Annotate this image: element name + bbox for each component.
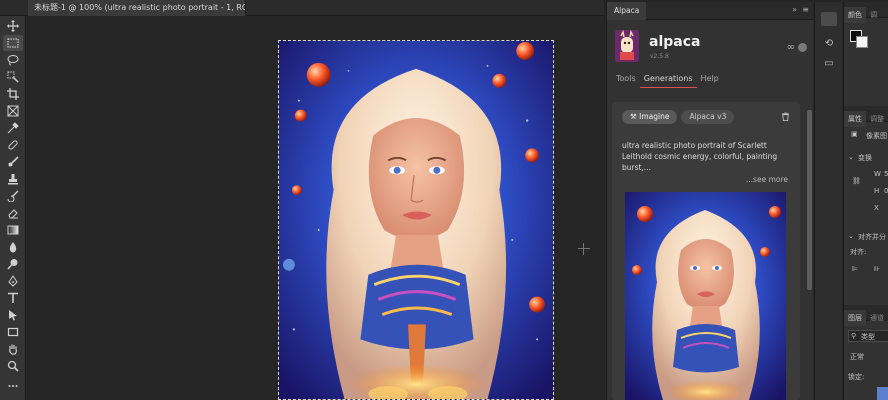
thumbnail-artwork [625,192,786,400]
eraser-tool-icon[interactable] [3,205,23,221]
lock-label: 锁定: [848,373,865,381]
blur-tool-icon[interactable] [3,239,23,255]
layer-thumbnail[interactable] [877,387,888,400]
double-chevron-right-icon[interactable]: » [792,5,797,14]
model-chip[interactable]: Alpaca v3 [681,110,735,124]
alpaca-plugin-panel: Alpaca » ≡ alpaca v2.5.8 ∞ Tools Generat… [606,2,813,400]
chevron-down-icon[interactable]: ⌄ [848,153,854,161]
hamburger-menu-icon[interactable]: ≡ [802,5,809,14]
imagine-chip[interactable]: ⚒ Imagine [622,110,678,124]
width-label: W [874,170,881,178]
layers-panel-tabs: 图层 通道 [844,305,888,326]
align-center-icon[interactable]: ⊪ [874,265,880,273]
align-to-label: 对齐: [850,248,867,256]
align-left-icon[interactable]: ⊫ [852,265,858,273]
history-panel-icon[interactable]: ⟲ [821,38,837,52]
tab-tools[interactable]: Tools [612,72,640,88]
dodge-tool-icon[interactable] [3,256,23,272]
chevron-down-icon[interactable]: ⌄ [848,232,854,240]
transform-section-label[interactable]: 变换 [858,153,872,163]
alpaca-panel-tab-row: Alpaca » ≡ [607,2,813,20]
width-value[interactable]: 5 [884,170,888,178]
properties-panel-tabs: 属性 调整 [844,106,888,127]
panel-icon-column: ⟲ ▭ [814,2,842,400]
alpaca-app-name: alpaca [649,34,701,50]
move-tool-icon[interactable] [3,18,23,34]
height-value[interactable]: 0 [884,187,888,195]
tab-generations[interactable]: Generations [639,72,697,88]
alpaca-header: alpaca v2.5.8 ∞ [607,20,813,72]
x-label: X [874,204,879,212]
comments-panel-icon[interactable]: ▭ [821,58,837,72]
link-dimensions-icon[interactable]: ⛓ [852,177,861,185]
alpaca-logo-icon [615,30,639,62]
crosshair-cursor-icon [578,243,590,255]
generation-card: ⚒ Imagine Alpaca v3 ultra realistic phot… [612,102,800,400]
blend-mode-select[interactable]: 正常 [850,352,864,362]
lasso-tool-icon[interactable] [3,52,23,68]
alpaca-nav-tabs: Tools Generations Help [607,72,813,90]
tab-properties[interactable]: 属性 [844,111,866,127]
status-dot-icon [798,43,807,52]
document-canvas-image[interactable] [278,40,554,400]
background-color-swatch[interactable] [856,36,868,48]
see-more-link[interactable]: ...see more [746,175,788,184]
clone-stamp-tool-icon[interactable] [3,171,23,187]
tab-color[interactable]: 颜色 [844,7,866,23]
color-panel-tabs: 颜色调 [844,2,888,23]
tab-layers[interactable]: 图层 [844,310,866,326]
tools-panel [0,16,26,400]
right-dock-panels: 颜色调 属性调整 ▣ 像素图 ⌄ 变换 ⛓ W 5 H 0 X ⌄ 对齐并分 对… [843,2,888,400]
search-icon: ⚲ [851,332,857,340]
document-tab[interactable]: 未标题-1 @ 100% (ultra realistic photo port… [28,0,246,16]
hand-tool-icon[interactable] [3,341,23,357]
generation-prompt: ultra realistic photo portrait of Scarle… [622,141,778,172]
pixel-layer-label: 像素图 [866,132,887,140]
scrollbar-thumb[interactable] [807,110,812,290]
alpaca-scrollbar[interactable] [805,102,813,292]
crop-tool-icon[interactable] [3,86,23,102]
tab-help[interactable]: Help [697,72,723,88]
tab-swatches[interactable]: 调 [866,7,881,23]
eyedropper-tool-icon[interactable] [3,120,23,136]
path-selection-tool-icon[interactable] [3,307,23,323]
generation-thumbnail[interactable] [625,192,786,400]
document-tab-title: 未标题-1 @ 100% (ultra realistic photo port… [34,3,245,12]
gradient-tool-icon[interactable] [3,222,23,238]
photoshop-window: 未标题-1 @ 100% (ultra realistic photo port… [0,0,888,400]
tab-channels[interactable]: 通道 [866,310,888,326]
portrait-artwork [279,41,553,399]
rectangle-tool-icon[interactable] [3,324,23,340]
quick-selection-tool-icon[interactable] [3,69,23,85]
frame-tool-icon[interactable] [3,103,23,119]
infinity-link-icon[interactable]: ∞ [787,42,795,53]
imagine-chip-label: Imagine [639,112,670,121]
pen-tool-icon[interactable] [3,273,23,289]
generation-chips: ⚒ Imagine Alpaca v3 [622,110,735,124]
trash-icon[interactable] [781,112,790,124]
pixel-layer-icon: ▣ [851,130,858,138]
healing-brush-tool-icon[interactable] [3,137,23,153]
alpaca-version: v2.5.8 [650,53,669,60]
type-tool-icon[interactable] [3,290,23,306]
marquee-tool-icon[interactable] [3,35,23,51]
layer-filter-kind[interactable]: 类型 [861,332,875,342]
more-tools-icon[interactable] [3,378,23,394]
brush-tool-icon[interactable] [3,154,23,170]
zoom-tool-icon[interactable] [3,358,23,374]
history-brush-tool-icon[interactable] [3,188,23,204]
alpaca-panel-tab[interactable]: Alpaca [607,2,647,20]
align-section-label[interactable]: 对齐并分 [858,232,886,242]
magic-wand-icon: ⚒ [630,112,637,121]
tab-adjustments[interactable]: 调整 [866,111,888,127]
height-label: H [874,187,880,195]
panel-dock-icon[interactable] [821,12,837,26]
